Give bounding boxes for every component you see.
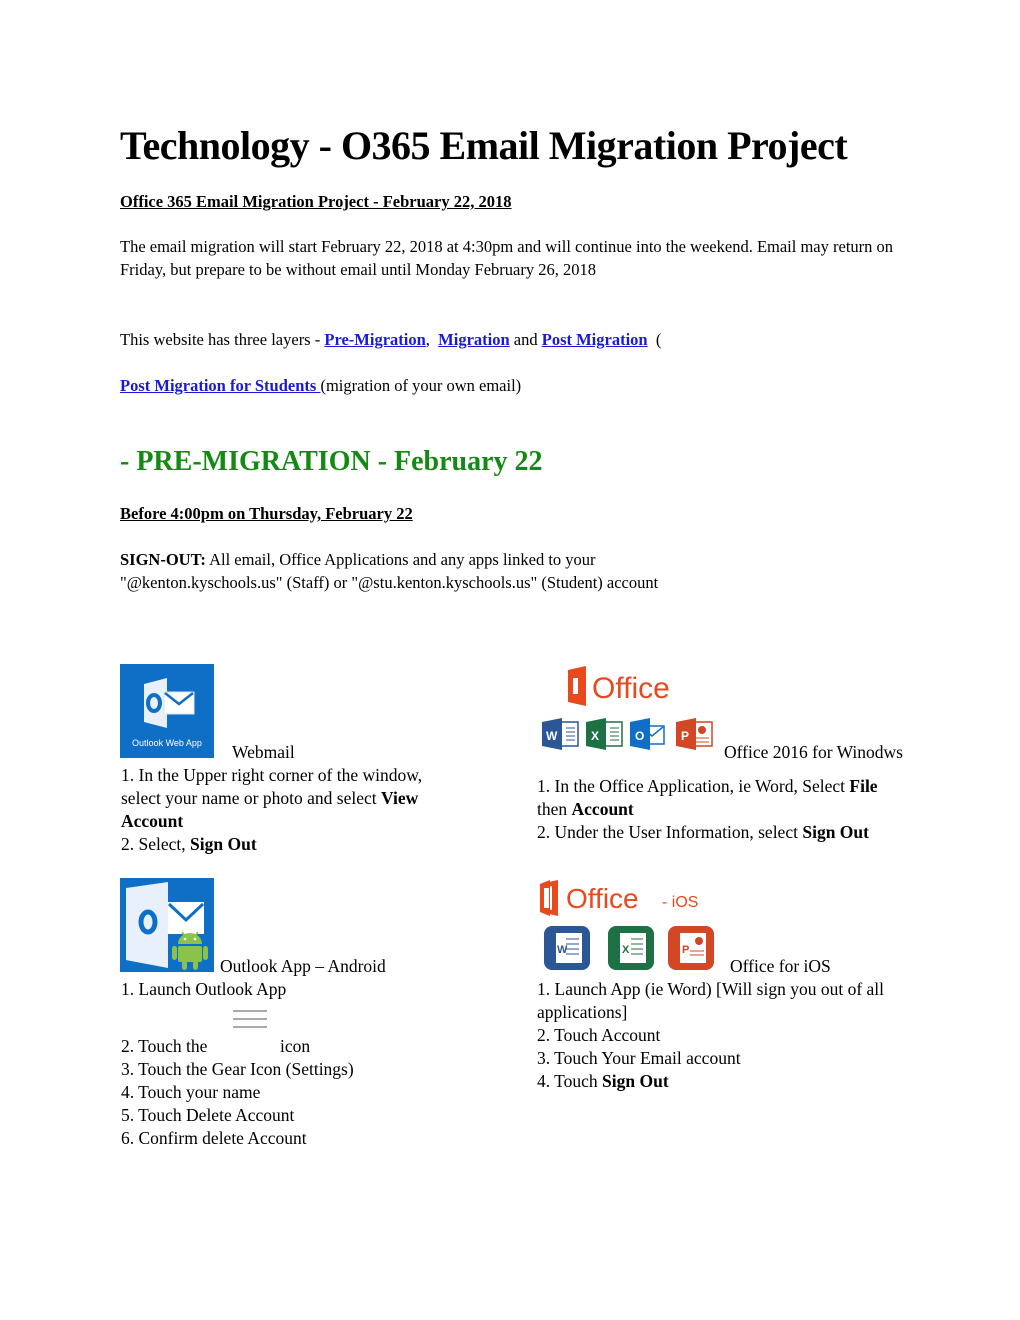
hamburger-menu-icon	[231, 1007, 269, 1033]
webmail-step-1a: 1. In the Upper right corner of the wind…	[121, 765, 423, 785]
link-pre-migration[interactable]: Pre-Migration	[324, 330, 425, 349]
outlook-android-icon	[120, 878, 214, 972]
svg-text:X: X	[591, 729, 599, 743]
webmail-step-1b: select your name or photo and select Vie…	[121, 787, 491, 810]
svg-text:W: W	[557, 944, 568, 956]
ios-step-4: 4. Touch Sign Out	[537, 1070, 957, 1093]
page-subtitle: Office 365 Email Migration Project - Feb…	[120, 192, 512, 211]
students-paragraph: Post Migration for Students (migration o…	[120, 375, 900, 398]
webmail-step-2: 2. Select, Sign Out	[121, 833, 491, 856]
svg-text:O: O	[635, 729, 644, 743]
office-windows-steps: 1. In the Office Application, ie Word, S…	[537, 775, 957, 844]
office-windows-step-1b-bold: Account	[571, 799, 634, 819]
android-caption: Outlook App – Android	[220, 956, 386, 976]
outlook-android-logo-icon	[126, 882, 208, 970]
office-windows-step-1b-text: then	[537, 799, 572, 819]
android-step-2: 2. Touch the icon	[121, 1010, 501, 1058]
link-migration[interactable]: Migration	[438, 330, 510, 349]
android-step-5: 5. Touch Delete Account	[121, 1105, 295, 1125]
signout-text: All email, Office Applications and any a…	[205, 550, 596, 569]
ios-step-4-bold: Sign Out	[602, 1071, 669, 1091]
svg-text:P: P	[682, 944, 689, 956]
android-step-2-text: 2. Touch the	[121, 1036, 208, 1056]
link-post-migration-students[interactable]: Post Migration for Students	[120, 376, 320, 395]
office-app-icons: W X O P	[542, 718, 713, 750]
webmail-icon-label: Outlook Web App	[132, 738, 202, 748]
android-step-2-suffix: icon	[280, 1036, 311, 1056]
outlook-icon: O	[630, 718, 665, 750]
deadline-heading: Before 4:00pm on Thursday, February 22	[120, 504, 413, 523]
layers-paragraph: This website has three layers - Pre-Migr…	[120, 329, 900, 352]
android-step-4: 4. Touch your name	[121, 1082, 261, 1102]
svg-text:P: P	[681, 729, 689, 743]
webmail-steps: 1. In the Upper right corner of the wind…	[121, 764, 491, 856]
office-ios-logo-icon: Office - iOS	[540, 880, 698, 916]
layers-sep2: and	[509, 330, 542, 349]
webmail-step-1c-bold: Account	[121, 811, 184, 831]
android-icon	[172, 931, 208, 970]
intro-paragraph: The email migration will start February …	[120, 237, 894, 279]
webmail-icon: Outlook Web App	[120, 664, 214, 758]
office-ios-logo-text: Office	[566, 883, 639, 914]
office-ios-logo: Office - iOS W X P	[538, 878, 723, 973]
office-windows-step-1a: 1. In the Office Application, ie Word, S…	[537, 775, 957, 798]
office-windows-step-2-bold: Sign Out	[802, 822, 869, 842]
word-ios-icon: W	[544, 926, 590, 970]
office-windows-step-1b: then Account	[537, 798, 957, 821]
webmail-caption: Webmail	[232, 742, 295, 762]
powerpoint-icon: P	[676, 718, 713, 750]
ios-step-4-text: 4. Touch	[537, 1071, 603, 1091]
signout-label: SIGN-OUT:	[120, 550, 206, 569]
office-windows-step-1a-bold: File	[849, 776, 878, 796]
webmail-step-2-text: 2. Select,	[121, 834, 191, 854]
android-step-6: 6. Confirm delete Account	[121, 1128, 307, 1148]
ios-steps: 1. Launch App (ie Word) [Will sign you o…	[537, 978, 957, 1093]
webmail-step-1b-text: select your name or photo and select	[121, 788, 381, 808]
word-icon: W	[542, 718, 579, 750]
excel-icon: X	[586, 718, 623, 750]
signout-paragraph: SIGN-OUT: All email, Office Applications…	[120, 549, 900, 594]
link-post-migration[interactable]: Post Migration	[542, 330, 648, 349]
ios-step-1b: applications]	[537, 1002, 628, 1022]
layers-prefix: This website has three layers -	[120, 330, 325, 349]
svg-text:X: X	[622, 944, 630, 956]
ios-app-icons: W X P	[544, 926, 714, 970]
android-step-1: 1. Launch Outlook App	[121, 979, 287, 999]
ios-step-3: 3. Touch Your Email account	[537, 1048, 741, 1068]
office-windows-caption: Office 2016 for Winodws	[724, 742, 903, 762]
excel-ios-icon: X	[608, 926, 654, 970]
android-step-3: 3. Touch the Gear Icon (Settings)	[121, 1059, 354, 1079]
office-windows-step-1a-text: 1. In the Office Application, ie Word, S…	[537, 776, 850, 796]
office-windows-step-2: 2. Under the User Information, select Si…	[537, 821, 957, 844]
layers-suffix: (	[647, 330, 662, 349]
ios-caption: Office for iOS	[730, 956, 831, 976]
webmail-step-2-bold: Sign Out	[190, 834, 257, 854]
svg-text:W: W	[546, 729, 558, 743]
students-suffix: (migration of your own email)	[320, 376, 522, 395]
webmail-step-1c: Account	[121, 810, 491, 833]
ios-step-2: 2. Touch Account	[537, 1025, 661, 1045]
signout-accounts: "@kenton.kyschools.us" (Staff) or "@stu.…	[120, 572, 659, 592]
powerpoint-ios-icon: P	[668, 926, 714, 970]
ios-step-1a: 1. Launch App (ie Word) [Will sign you o…	[537, 979, 885, 999]
office-windows-step-2-text: 2. Under the User Information, select	[537, 822, 803, 842]
layers-sep1: ,	[425, 330, 439, 349]
office-ios-logo-suffix: - iOS	[662, 894, 698, 911]
office-windows-logo: Office W X O P	[540, 664, 720, 754]
office-logo-text: Office	[592, 672, 670, 705]
section-heading: - PRE-MIGRATION - February 22	[120, 446, 543, 477]
android-steps: 1. Launch Outlook App 2. Touch the icon …	[121, 978, 501, 1150]
webmail-step-1-bold: View	[380, 788, 419, 808]
page-title: Technology - O365 Email Migration Projec…	[120, 123, 848, 168]
